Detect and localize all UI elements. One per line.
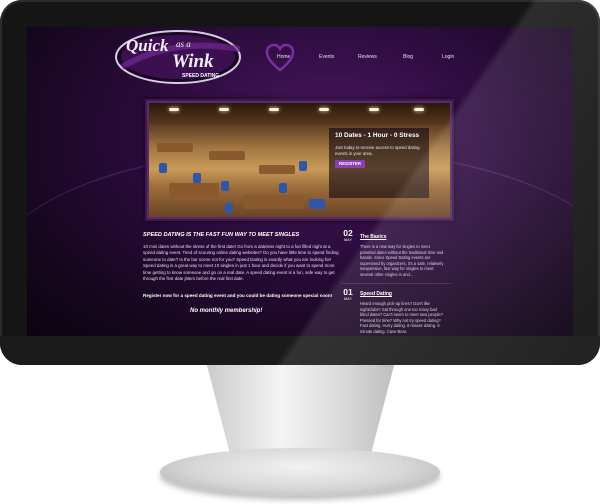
logo-tagline: SPEED DATING (182, 73, 219, 79)
post-date-day: 01 (343, 287, 353, 297)
post-date: 01 MAY (338, 287, 358, 302)
post-excerpt: Heard enough pick-up lines? Don't like n… (360, 301, 443, 334)
main-body-text: 10 mini dates without the stress of the … (143, 244, 339, 282)
logo-text-quick: Quick (126, 36, 169, 55)
nav-item-reviews[interactable]: Reviews (358, 54, 377, 60)
register-button[interactable]: REGISTER (335, 160, 365, 168)
monitor-chin (0, 336, 600, 365)
post-title-the-basics[interactable]: The Basics (360, 234, 386, 240)
hero-title: 10 Dates - 1 Hour - 0 Stress (335, 132, 420, 139)
main-heading: SPEED DATING IS THE FAST FUN WAY TO MEET… (143, 232, 300, 238)
hero-text: Join today to receive access to speed da… (335, 145, 420, 156)
nav-item-blog[interactable]: Blog (403, 54, 413, 60)
no-membership-tagline: No monthly membership! (190, 308, 263, 314)
monitor-stand-base (160, 448, 440, 496)
post-title-speed-dating[interactable]: Speed Dating (360, 291, 392, 297)
site-logo[interactable]: Quick as a Wink SPEED DATING (112, 27, 247, 87)
main-nav: Home Events Reviews Blog Login (265, 41, 565, 72)
register-cta-text: now for a speed dating event and you cou… (161, 293, 333, 298)
nav-item-login[interactable]: Login (442, 54, 454, 60)
restaurant-photo: 10 Dates - 1 Hour - 0 Stress Join today … (149, 103, 450, 217)
post-date-day: 02 (343, 228, 353, 238)
post-date-month: MAY (343, 238, 353, 242)
monitor-screen: Quick as a Wink SPEED DATING Home Events… (27, 27, 573, 336)
nav-item-home[interactable]: Home (277, 54, 290, 60)
register-cta: Register now for a speed dating event an… (143, 293, 341, 299)
nav-item-events[interactable]: Events (319, 54, 334, 60)
post-date-month: MAY (343, 297, 353, 301)
hero-banner: 10 Dates - 1 Hour - 0 Stress Join today … (145, 99, 454, 221)
monitor-stand-neck (206, 365, 395, 455)
post-divider (341, 283, 451, 284)
logo-text-asa: as a (176, 39, 191, 49)
logo-text-wink: Wink (172, 51, 214, 72)
post-date: 02 MAY (338, 228, 358, 243)
register-cta-link[interactable]: Register (143, 293, 161, 298)
post-excerpt: There is a new way for singles to meet p… (360, 244, 444, 277)
